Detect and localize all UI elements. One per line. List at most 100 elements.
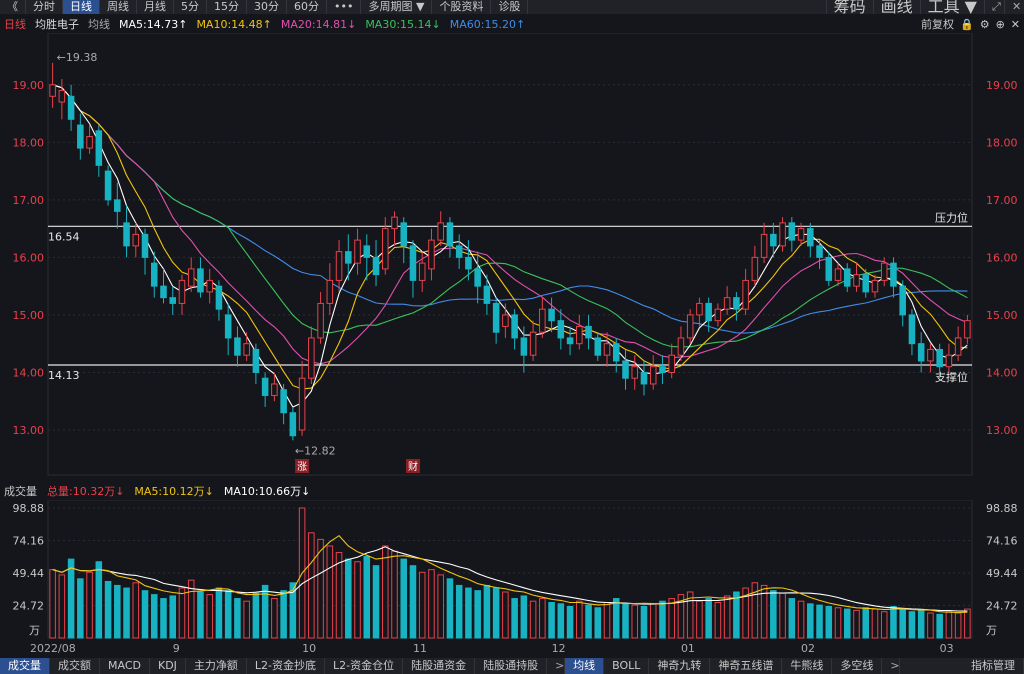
volume-title: 成交量 bbox=[4, 485, 37, 498]
toolbar-item-5[interactable]: 15分 bbox=[207, 0, 247, 14]
price-chart[interactable]: 19.00 19.00 18.00 18.00 17.00 17.00 16.00 16.00… bbox=[0, 33, 1024, 481]
indicator-tab-14[interactable]: 牛熊线 bbox=[782, 658, 833, 674]
volume-bar bbox=[890, 605, 897, 639]
volume-bar bbox=[428, 569, 435, 639]
add-icon[interactable]: ⊕ bbox=[996, 18, 1005, 31]
indicator-tab-4[interactable]: 主力净额 bbox=[186, 658, 247, 674]
toolbar-item-8[interactable]: ••• bbox=[327, 0, 362, 14]
candle-body bbox=[566, 337, 574, 345]
toolbar-item-11[interactable]: 诊股 bbox=[491, 0, 529, 14]
indicator-tab-1[interactable]: 成交额 bbox=[50, 658, 100, 674]
tabs-scroll-icon[interactable]: > bbox=[882, 658, 901, 674]
lock-icon[interactable]: 🔒 bbox=[960, 18, 974, 31]
low-annotation: ←12.82 bbox=[295, 444, 336, 457]
volume-bar bbox=[271, 598, 278, 639]
candle-body bbox=[114, 199, 121, 212]
price-tick-left: 17.00 bbox=[13, 194, 45, 207]
tabs-scroll-icon[interactable]: > bbox=[547, 658, 566, 674]
indicator-tab-0[interactable]: 成交量 bbox=[0, 658, 50, 674]
indicator-tab-10[interactable]: 均线 bbox=[565, 658, 605, 674]
price-tick-left: 13.00 bbox=[13, 424, 45, 437]
candle-body bbox=[437, 222, 444, 241]
volume-tick-right: 49.44 bbox=[986, 567, 1018, 580]
volume-bar bbox=[206, 594, 213, 639]
fullscreen-icon[interactable]: ⤢ bbox=[984, 0, 1004, 14]
volume-bar bbox=[77, 578, 84, 639]
indicator-tab-12[interactable]: 神奇九转 bbox=[649, 658, 711, 674]
volume-bar bbox=[723, 595, 731, 639]
volume-bar bbox=[779, 592, 786, 639]
stock-name: 均胜电子 bbox=[35, 18, 79, 31]
back-button[interactable]: 《 bbox=[0, 0, 26, 14]
toolbar-right-item-0[interactable]: 筹码 bbox=[825, 0, 873, 15]
volume-legend: 成交量 总量:10.32万↓ MA5:10.12万↓ MA10:10.66万↓ bbox=[0, 483, 1024, 499]
price-tick-left: 18.00 bbox=[13, 136, 45, 149]
close-icon[interactable]: ✕ bbox=[1011, 18, 1020, 31]
toolbar-item-2[interactable]: 周线 bbox=[100, 0, 137, 14]
candle-body bbox=[751, 256, 759, 281]
candle-body bbox=[49, 84, 56, 97]
toolbar-item-1[interactable]: 日线 bbox=[63, 0, 100, 14]
candle-body bbox=[908, 314, 916, 345]
candle-body bbox=[668, 354, 675, 373]
settings-icon[interactable]: ⚙ bbox=[980, 18, 990, 31]
volume-bar bbox=[816, 604, 823, 639]
price-tick-right: 14.00 bbox=[986, 366, 1018, 379]
toolbar-item-0[interactable]: 分时 bbox=[26, 0, 63, 14]
indicator-tab-2[interactable]: MACD bbox=[100, 658, 150, 674]
toolbar-item-6[interactable]: 30分 bbox=[247, 0, 287, 14]
candle-body bbox=[520, 337, 528, 356]
toolbar-item-7[interactable]: 60分 bbox=[287, 0, 327, 14]
indicator-tab-3[interactable]: KDJ bbox=[150, 658, 186, 674]
price-tick-left: 16.00 bbox=[13, 251, 45, 264]
toolbar-item-3[interactable]: 月线 bbox=[137, 0, 174, 14]
candle-body bbox=[686, 314, 694, 339]
candle-body bbox=[714, 308, 722, 322]
ma20-line bbox=[52, 84, 968, 365]
volume-bar bbox=[927, 612, 934, 639]
toolbar-item-9[interactable]: 多周期图 ▼ bbox=[361, 0, 433, 14]
ma-label: 均线 bbox=[88, 18, 110, 31]
indicator-tab-15[interactable]: 多空线 bbox=[832, 658, 883, 674]
adjust-button[interactable]: 前复权 bbox=[921, 16, 954, 32]
candle-body bbox=[760, 233, 768, 258]
ma30-value: MA30:15.14↓ bbox=[365, 17, 441, 31]
toolbar-right-item-2[interactable]: 工具 ▼ bbox=[919, 0, 984, 15]
indicator-tab-6[interactable]: L2-资金仓位 bbox=[325, 658, 404, 674]
volume-bar bbox=[594, 607, 602, 639]
date-axis: 2022/08 9 10 11 12 01 02 03 bbox=[0, 642, 1024, 656]
volume-bar bbox=[807, 603, 814, 639]
toolbar-item-10[interactable]: 个股资料 bbox=[432, 0, 492, 14]
candle-body bbox=[705, 302, 712, 322]
date-tick: 2022/08 bbox=[30, 642, 76, 655]
chart-frame bbox=[47, 33, 973, 476]
candle-body bbox=[816, 245, 823, 258]
candle-body bbox=[465, 256, 472, 270]
toolbar-item-4[interactable]: 5分 bbox=[174, 0, 207, 14]
indicator-tab-7[interactable]: 陆股通资金 bbox=[403, 658, 476, 674]
indicator-tab-5[interactable]: L2-资金抄底 bbox=[247, 658, 326, 674]
candle-body bbox=[215, 285, 223, 310]
candle-body bbox=[308, 337, 315, 379]
volume-chart[interactable]: 98.88 98.88 74.16 74.16 49.44 49.44 24.72 24.72… bbox=[0, 500, 1024, 642]
volume-bar bbox=[455, 584, 463, 639]
candle-body bbox=[899, 285, 906, 316]
price-tick-right: 13.00 bbox=[986, 424, 1018, 437]
toolbar-right-item-1[interactable]: 画线 bbox=[872, 0, 920, 15]
date-tick: 9 bbox=[172, 642, 180, 655]
ma10-value: MA10:14.48↑ bbox=[196, 17, 272, 31]
indicator-tab-8[interactable]: 陆股通持股 bbox=[475, 658, 548, 674]
volume-bar bbox=[788, 598, 796, 639]
volume-bar bbox=[936, 613, 943, 639]
volume-bar bbox=[770, 590, 777, 639]
indicator-tab-17[interactable]: 指标管理 bbox=[963, 658, 1024, 674]
candle-body bbox=[649, 366, 657, 385]
volume-bar bbox=[49, 569, 56, 639]
indicator-tab-11[interactable]: BOLL bbox=[604, 658, 650, 674]
volume-bar bbox=[733, 591, 740, 639]
indicator-tab-13[interactable]: 神奇五线谱 bbox=[710, 658, 783, 674]
volume-bar bbox=[483, 584, 491, 639]
window-close-icon[interactable]: ✕ bbox=[1004, 0, 1024, 14]
volume-bar bbox=[862, 607, 870, 639]
volume-bar bbox=[243, 600, 250, 639]
